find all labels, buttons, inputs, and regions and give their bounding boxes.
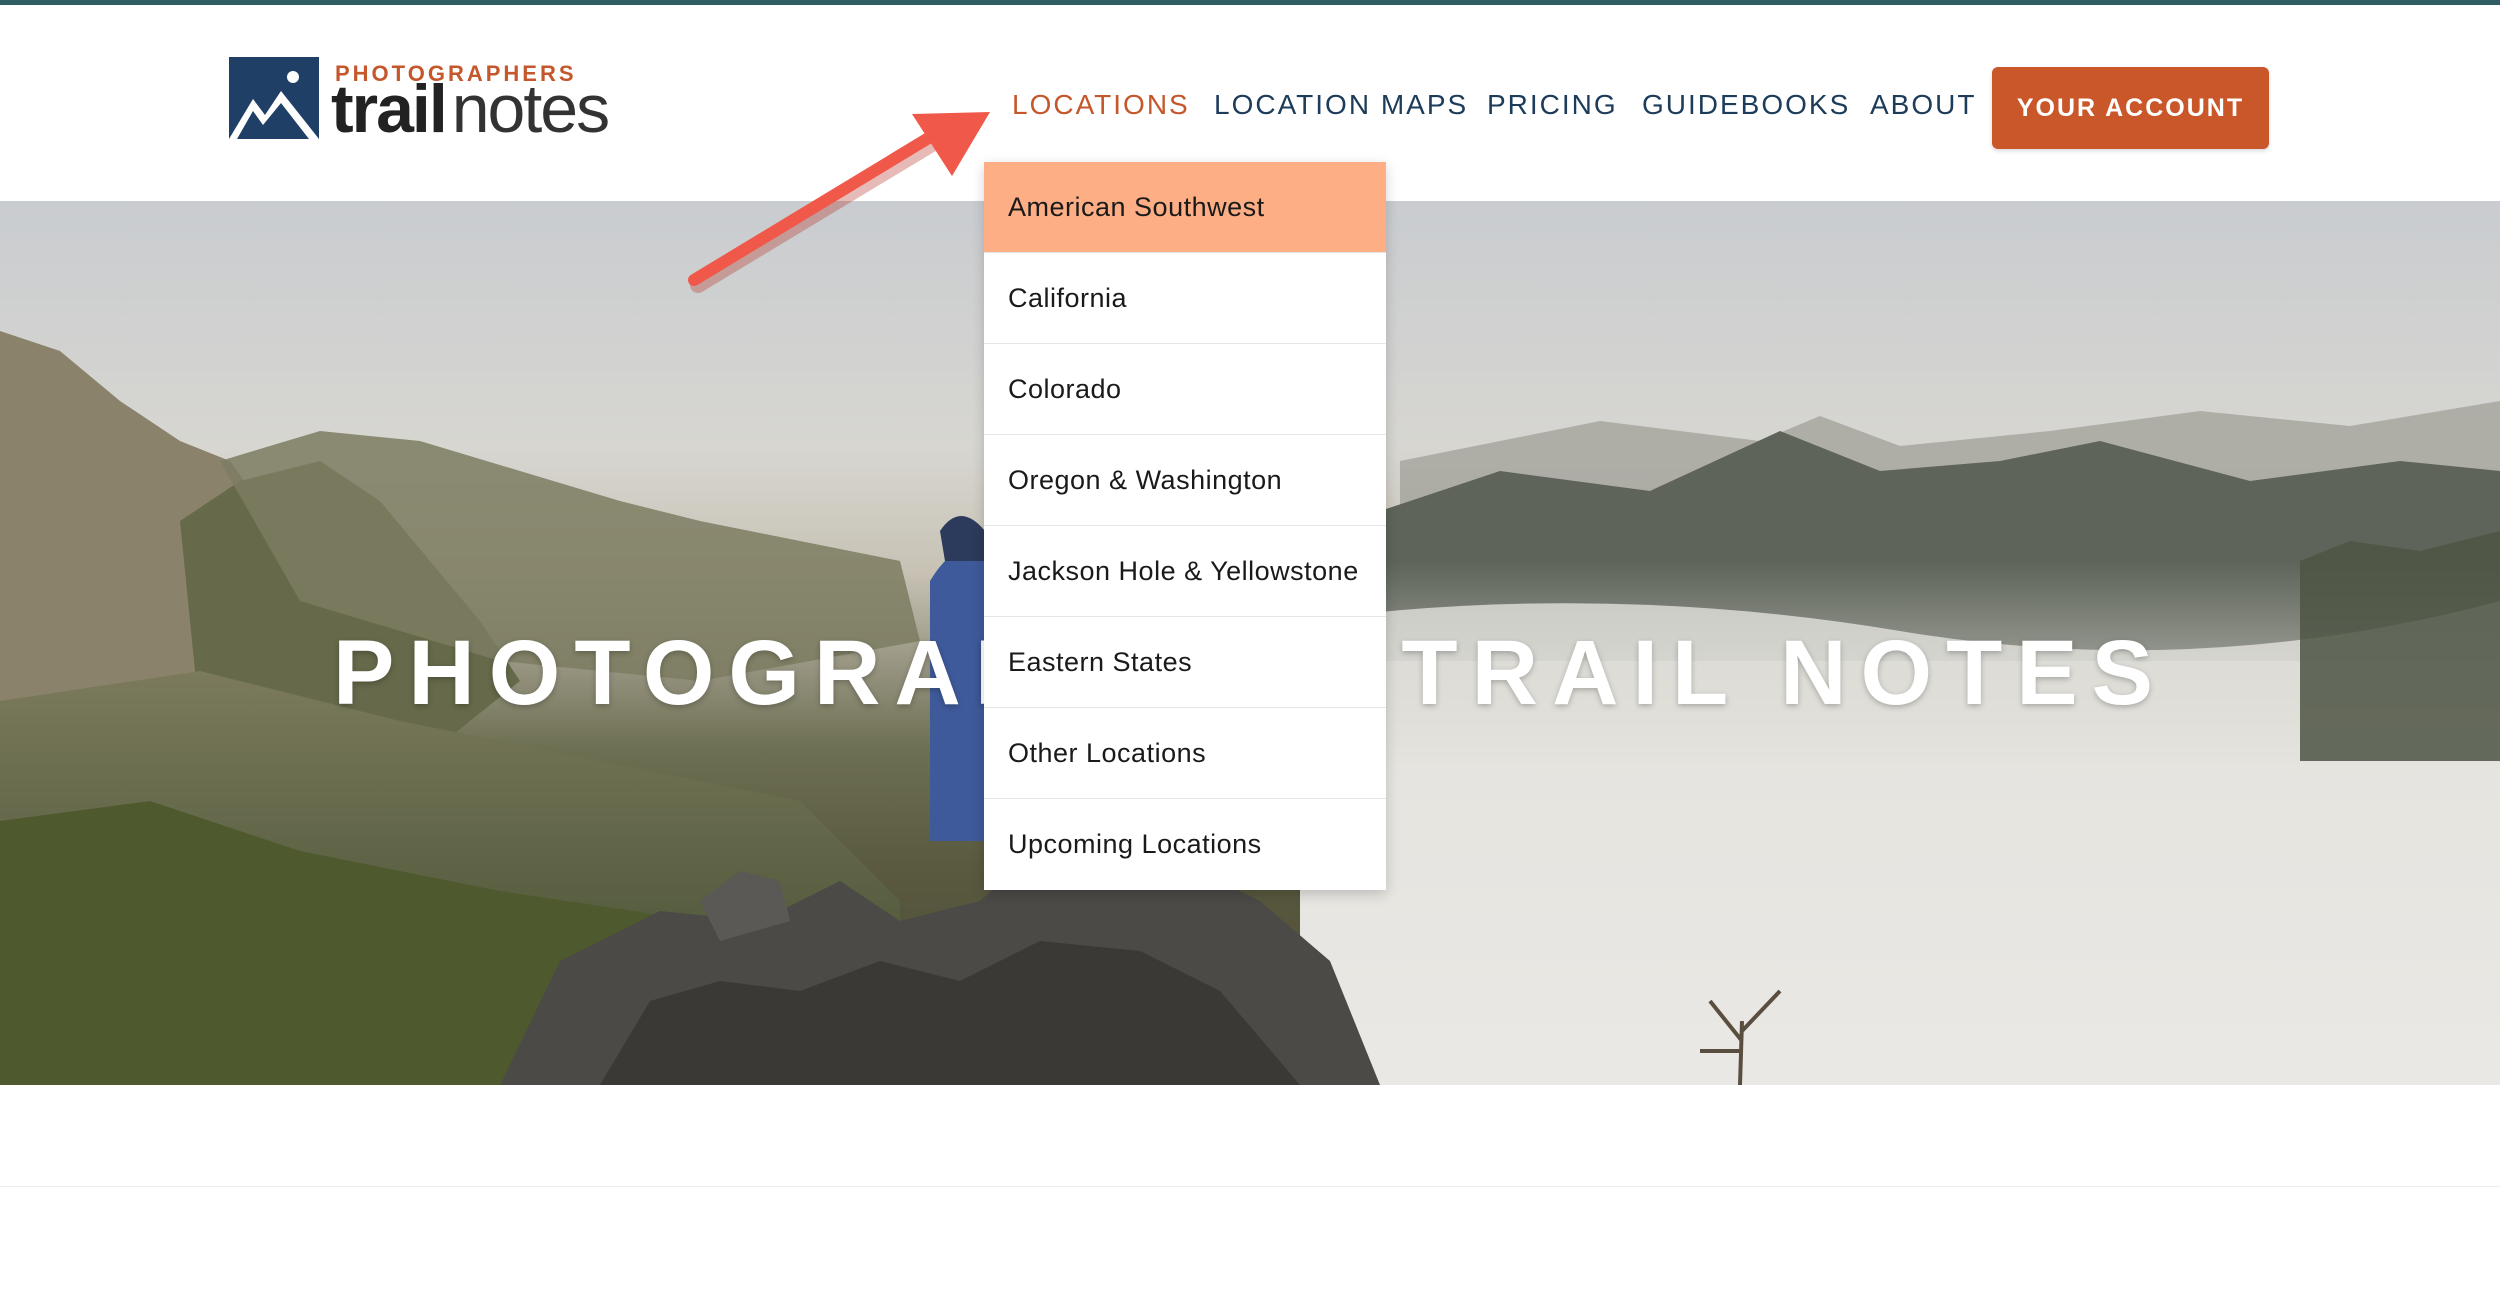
nav-location-maps[interactable]: LOCATION MAPS	[1214, 89, 1468, 121]
dropdown-item-california[interactable]: California	[984, 253, 1386, 344]
logo-word-trail: trail	[331, 71, 448, 147]
locations-dropdown-menu: American Southwest California Colorado O…	[984, 162, 1386, 890]
logo-word-notes: notes	[451, 71, 610, 147]
nav-about[interactable]: ABOUT	[1870, 89, 1976, 121]
dropdown-item-jackson-hole-yellowstone[interactable]: Jackson Hole & Yellowstone	[984, 526, 1386, 617]
section-divider	[0, 1186, 2500, 1187]
dropdown-item-oregon-washington[interactable]: Oregon & Washington	[984, 435, 1386, 526]
dropdown-item-eastern-states[interactable]: Eastern States	[984, 617, 1386, 708]
dropdown-item-upcoming-locations[interactable]: Upcoming Locations	[984, 799, 1386, 890]
dropdown-item-other-locations[interactable]: Other Locations	[984, 708, 1386, 799]
dropdown-item-american-southwest[interactable]: American Southwest	[984, 162, 1386, 253]
logo-wordmark: trailnotes	[331, 75, 610, 143]
mountain-logo-icon	[229, 57, 319, 139]
dropdown-item-colorado[interactable]: Colorado	[984, 344, 1386, 435]
nav-pricing[interactable]: PRICING	[1487, 89, 1618, 121]
arrow-annotation-icon	[688, 112, 990, 293]
site-logo[interactable]: PHOTOGRAPHERS trailnotes	[229, 57, 619, 147]
nav-guidebooks[interactable]: GUIDEBOOKS	[1642, 89, 1850, 121]
your-account-button[interactable]: YOUR ACCOUNT	[1992, 67, 2269, 149]
nav-locations[interactable]: LOCATIONS	[1012, 89, 1190, 121]
